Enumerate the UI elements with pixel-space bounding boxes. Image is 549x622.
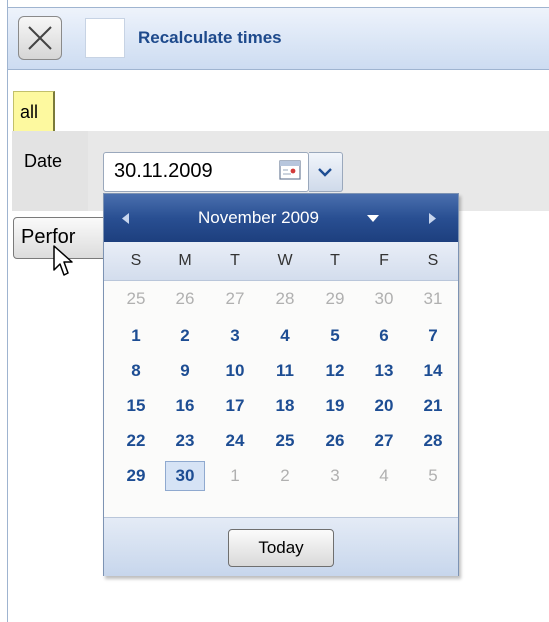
mouse-cursor-icon (53, 245, 73, 276)
calendar-day[interactable]: 6 (364, 321, 404, 351)
month-dropdown-icon[interactable] (367, 215, 379, 223)
prev-month-icon[interactable] (122, 213, 130, 224)
weekday-header: T (330, 252, 340, 269)
calendar-day[interactable]: 21 (413, 391, 453, 421)
calendar-day[interactable]: 24 (215, 426, 255, 456)
calendar-day[interactable]: 1 (215, 461, 255, 491)
calendar-day[interactable]: 7 (413, 321, 453, 351)
calendar-weekday-row: SMTWTFS (104, 242, 458, 281)
calendar-day[interactable]: 26 (315, 426, 355, 456)
calendar-day[interactable]: 5 (413, 461, 453, 491)
calendar-day[interactable]: 3 (315, 461, 355, 491)
calendar-icon[interactable] (279, 160, 301, 180)
calendar-day[interactable]: 29 (116, 461, 156, 491)
calendar-day[interactable]: 28 (413, 426, 453, 456)
calendar-day[interactable]: 4 (364, 461, 404, 491)
calendar-day[interactable]: 20 (364, 391, 404, 421)
calendar-day[interactable]: 17 (215, 391, 255, 421)
calendar-day[interactable]: 19 (315, 391, 355, 421)
calendar-day[interactable]: 12 (315, 356, 355, 386)
calendar-day[interactable]: 11 (265, 356, 305, 386)
close-icon (28, 26, 52, 50)
calendar-day[interactable]: 23 (165, 426, 205, 456)
calendar-day[interactable]: 10 (215, 356, 255, 386)
weekday-header: F (379, 252, 389, 269)
calendar-day[interactable]: 27 (364, 426, 404, 456)
calendar-day[interactable]: 22 (116, 426, 156, 456)
calendar-day[interactable]: 30 (364, 284, 404, 314)
calendar-day[interactable]: 16 (165, 391, 205, 421)
calendar-day[interactable]: 25 (116, 284, 156, 314)
weekday-header: M (178, 252, 192, 269)
calendar-day[interactable]: 18 (265, 391, 305, 421)
calendar-day-grid: 25 26 27 28 29 30 31 1 2 3 4 5 6 7 8 9 10 11 12 13 14 15 16 17 1… (104, 281, 458, 519)
calendar-day[interactable]: 28 (265, 284, 305, 314)
calendar-day[interactable]: 14 (413, 356, 453, 386)
calendar-day[interactable]: 1 (116, 321, 156, 351)
calendar-footer: Today (104, 517, 458, 576)
calendar-day[interactable]: 5 (315, 321, 355, 351)
weekday-header: S (130, 252, 142, 269)
calendar-header: November 2009 (104, 194, 458, 242)
calendar-day[interactable]: 15 (116, 391, 156, 421)
window-left-border (7, 0, 8, 622)
date-value[interactable]: 30.11.2009 (114, 160, 213, 183)
calendar-day[interactable]: 2 (165, 321, 205, 351)
date-dropdown-button[interactable] (309, 152, 343, 192)
calendar-day[interactable]: 13 (364, 356, 404, 386)
toolbar-title: Recalculate times (138, 28, 282, 47)
calendar-month-label[interactable]: November 2009 (198, 208, 319, 228)
weekday-header: W (277, 252, 293, 269)
chevron-down-icon (318, 168, 332, 177)
calendar-day[interactable]: 4 (265, 321, 305, 351)
calendar-day[interactable]: 26 (165, 284, 205, 314)
calendar-day[interactable]: 31 (413, 284, 453, 314)
tab-all[interactable]: all (13, 91, 55, 131)
weekday-header: T (230, 252, 240, 269)
date-label: Date (24, 151, 63, 171)
close-button[interactable] (18, 16, 62, 60)
calendar-day[interactable]: 8 (116, 356, 156, 386)
calendar-day[interactable]: 3 (215, 321, 255, 351)
weekday-header: S (427, 252, 439, 269)
date-picker-popup: November 2009 SMTWTFS 25 26 27 28 29 30 31 1 2 3 4… (103, 193, 459, 576)
calendar-day-selected[interactable]: 30 (165, 461, 205, 491)
calendar-day[interactable]: 9 (165, 356, 205, 386)
today-button[interactable]: Today (228, 529, 334, 567)
next-month-icon[interactable] (429, 213, 437, 224)
calendar-day[interactable]: 25 (265, 426, 305, 456)
calendar-day[interactable]: 29 (315, 284, 355, 314)
calendar-day[interactable]: 27 (215, 284, 255, 314)
toolbar-blank-button[interactable] (85, 18, 125, 58)
calendar-day[interactable]: 2 (265, 461, 305, 491)
